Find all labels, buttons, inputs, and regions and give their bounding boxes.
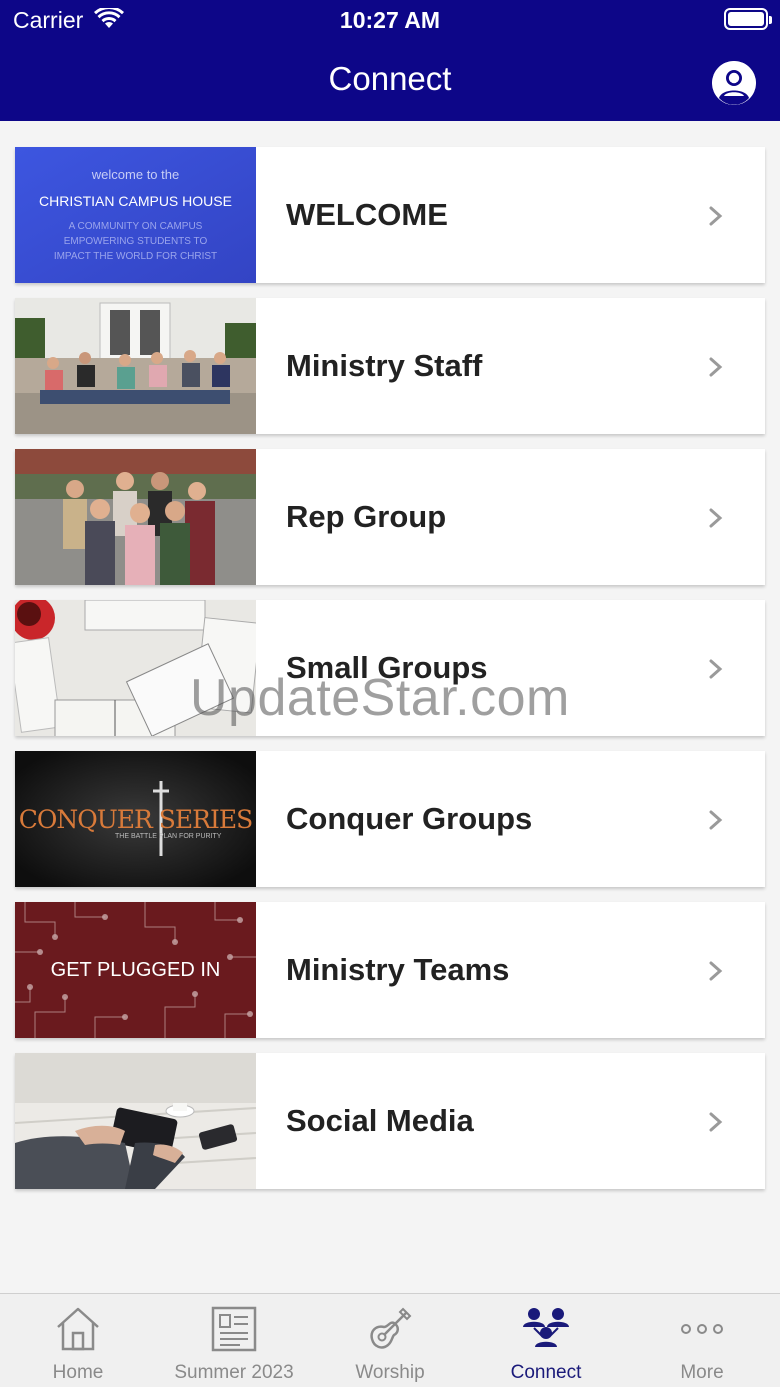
thumb-text: EMPOWERING STUDENTS TO (63, 236, 208, 247)
battery-icon (724, 8, 772, 30)
item-label: Ministry Teams (286, 952, 510, 987)
status-bar: Carrier 10:27 AM (0, 0, 780, 40)
tab-label: Worship (355, 1362, 425, 1383)
tab-worship[interactable]: Worship (312, 1294, 468, 1387)
thumb-text: CHRISTIAN CAMPUS HOUSE (39, 193, 232, 209)
chevron-right-icon (709, 659, 723, 679)
item-label: Rep Group (286, 499, 447, 534)
list-item-social-media[interactable]: Social Media (15, 1053, 765, 1189)
home-icon (57, 1307, 99, 1351)
list-item-welcome[interactable]: welcome to the CHRISTIAN CAMPUS HOUSE A … (15, 147, 765, 283)
guitar-icon (370, 1307, 412, 1349)
list-item-conquer-groups[interactable]: CONQUER SERIES THE BATTLE PLAN FOR PURIT… (15, 751, 765, 887)
clock: 10:27 AM (339, 7, 441, 33)
get-plugged-in-graphic: GET PLUGGED IN (15, 902, 256, 1038)
tab-more[interactable]: More (624, 1294, 780, 1387)
item-label: WELCOME (286, 197, 448, 232)
tab-home[interactable]: Home (0, 1294, 156, 1387)
tab-label: Summer 2023 (174, 1362, 294, 1383)
chevron-right-icon (709, 206, 723, 226)
list-item-rep-group[interactable]: Rep Group (15, 449, 765, 585)
chevron-right-icon (709, 508, 723, 528)
chevron-right-icon (709, 961, 723, 981)
document-icon (211, 1306, 257, 1352)
people-icon (523, 1308, 569, 1347)
chevron-right-icon (709, 810, 723, 830)
thumb-text: CONQUER SERIES (18, 805, 254, 834)
item-label: Social Media (286, 1103, 474, 1138)
tab-bar: Home Summer 2023 Worship Connect More (0, 1293, 780, 1387)
social-media-photo (15, 1053, 256, 1189)
rep-group-photo (15, 449, 256, 585)
page-title: Connect (328, 60, 452, 97)
tab-label: Connect (510, 1362, 582, 1383)
tab-summer-2023[interactable]: Summer 2023 (156, 1294, 312, 1387)
thumb-text: A COMMUNITY ON CAMPUS (68, 221, 203, 232)
thumb-text: welcome to the (91, 167, 180, 182)
thumb-text: GET PLUGGED IN (50, 959, 221, 981)
ministry-staff-photo (15, 298, 256, 434)
tab-label: Home (52, 1362, 104, 1383)
chevron-right-icon (709, 1112, 723, 1132)
item-label: Conquer Groups (286, 801, 533, 836)
nav-header: Carrier 10:27 AM Connect (0, 0, 780, 121)
more-icon (681, 1324, 723, 1334)
conquer-series-logo: CONQUER SERIES THE BATTLE PLAN FOR PURIT… (15, 751, 256, 887)
welcome-thumbnail: welcome to the CHRISTIAN CAMPUS HOUSE A … (15, 147, 256, 283)
item-label: Ministry Staff (286, 348, 483, 383)
watermark: UpdateStar.com (190, 669, 570, 727)
chevron-right-icon (709, 357, 723, 377)
thumb-text: IMPACT THE WORLD FOR CHRIST (53, 251, 218, 262)
tab-label: More (680, 1362, 724, 1383)
thumb-text: THE BATTLE PLAN FOR PURITY (115, 833, 222, 840)
tab-connect[interactable]: Connect (468, 1294, 624, 1387)
user-icon (712, 61, 756, 105)
list-item-ministry-staff[interactable]: Ministry Staff (15, 298, 765, 434)
profile-button[interactable] (712, 61, 756, 105)
list-item-ministry-teams[interactable]: GET PLUGGED IN Ministry Teams (15, 902, 765, 1038)
